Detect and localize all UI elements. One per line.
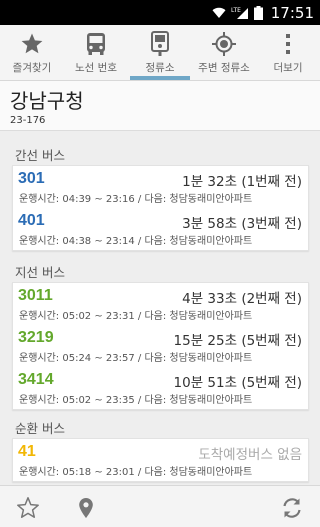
star-icon — [20, 31, 44, 57]
section-label-branch: 지선 버스 — [15, 265, 65, 280]
service-detail: 운행시간: 05:24 ~ 23:57 / 다음: 청담동래미안아파트 — [19, 353, 253, 364]
bus-list-card-branch: 3011 4분 33초 (2번째 전) 운행시간: 05:02 ~ 23:31 … — [12, 282, 309, 410]
service-detail: 운행시간: 04:39 ~ 23:16 / 다음: 청담동래미안아파트 — [19, 194, 253, 205]
location-target-icon — [211, 31, 237, 57]
service-detail: 운행시간: 05:02 ~ 23:35 / 다음: 청담동래미안아파트 — [19, 395, 253, 406]
more-vert-icon — [285, 31, 291, 57]
bus-row-41[interactable]: 41 도착예정버스 없음 운행시간: 05:18 ~ 23:01 / 다음: 청… — [13, 439, 308, 481]
bus-number: 301 — [18, 170, 45, 187]
bus-number: 41 — [18, 443, 36, 460]
tab-label: 정류소 — [145, 62, 175, 74]
bus-row-301[interactable]: 301 1분 32초 (1번째 전) 운행시간: 04:39 ~ 23:16 /… — [13, 166, 308, 208]
svg-text:LTE: LTE — [231, 7, 241, 14]
bus-icon — [85, 31, 107, 57]
wifi-icon — [212, 7, 226, 19]
bus-row-401[interactable]: 401 3분 58초 (3번째 전) 운행시간: 04:38 ~ 23:14 /… — [13, 208, 308, 250]
tab-label: 더보기 — [273, 62, 303, 74]
tab-more[interactable]: 더보기 — [256, 25, 320, 80]
service-detail: 운행시간: 04:38 ~ 23:14 / 다음: 청담동래미안아파트 — [19, 236, 253, 247]
bus-row-3011[interactable]: 3011 4분 33초 (2번째 전) 운행시간: 05:02 ~ 23:31 … — [13, 283, 308, 325]
tab-label: 즐겨찾기 — [12, 62, 52, 74]
stop-header: 강남구청 23-176 — [0, 81, 320, 131]
bus-number: 401 — [18, 212, 45, 229]
tab-label: 노선 번호 — [75, 62, 117, 74]
bus-list-card-circular: 41 도착예정버스 없음 운행시간: 05:18 ~ 23:01 / 다음: 청… — [12, 438, 309, 482]
section-label-circular: 순환 버스 — [15, 421, 65, 436]
tab-bus-stop[interactable]: 정류소 — [128, 25, 192, 80]
tab-bar: 즐겨찾기 노선 번호 정류소 주변 정류소 더보기 — [0, 25, 320, 81]
section-label-trunk: 간선 버스 — [15, 148, 65, 163]
stop-name: 강남구청 — [10, 89, 84, 113]
arrival-time: 1분 32초 (1번째 전) — [182, 174, 302, 190]
tab-favorites[interactable]: 즐겨찾기 — [0, 25, 64, 80]
location-pin-icon[interactable] — [72, 494, 100, 522]
bus-number: 3219 — [18, 329, 54, 346]
bus-row-3219[interactable]: 3219 15분 25초 (5번째 전) 운행시간: 05:24 ~ 23:57… — [13, 325, 308, 367]
bus-row-3414[interactable]: 3414 10분 51초 (5번째 전) 운행시간: 05:02 ~ 23:35… — [13, 367, 308, 409]
bus-stop-icon — [150, 31, 170, 57]
bus-list-card-trunk: 301 1분 32초 (1번째 전) 운행시간: 04:39 ~ 23:16 /… — [12, 165, 309, 251]
lte-signal-icon: LTE — [231, 6, 249, 20]
battery-icon — [253, 5, 263, 20]
stop-code: 23-176 — [10, 115, 46, 126]
tab-route-number[interactable]: 노선 번호 — [64, 25, 128, 80]
arrival-time: 도착예정버스 없음 — [198, 447, 302, 463]
refresh-icon[interactable] — [278, 494, 306, 522]
star-outline-icon[interactable] — [14, 494, 42, 522]
service-detail: 운행시간: 05:02 ~ 23:31 / 다음: 청담동래미안아파트 — [19, 311, 253, 322]
arrival-time: 4분 33초 (2번째 전) — [182, 291, 302, 307]
bus-number: 3414 — [18, 371, 54, 388]
status-bar: LTE 17:51 — [0, 0, 320, 25]
arrival-time: 10분 51초 (5번째 전) — [173, 375, 302, 391]
arrival-time: 3분 58초 (3번째 전) — [182, 216, 302, 232]
service-detail: 운행시간: 05:18 ~ 23:01 / 다음: 청담동래미안아파트 — [19, 467, 253, 478]
bottom-action-bar — [0, 485, 320, 527]
clock: 17:51 — [270, 3, 314, 22]
tab-label: 주변 정류소 — [198, 62, 250, 74]
arrival-time: 15분 25초 (5번째 전) — [173, 333, 302, 349]
tab-nearby-stops[interactable]: 주변 정류소 — [192, 25, 256, 80]
bus-number: 3011 — [18, 287, 53, 304]
